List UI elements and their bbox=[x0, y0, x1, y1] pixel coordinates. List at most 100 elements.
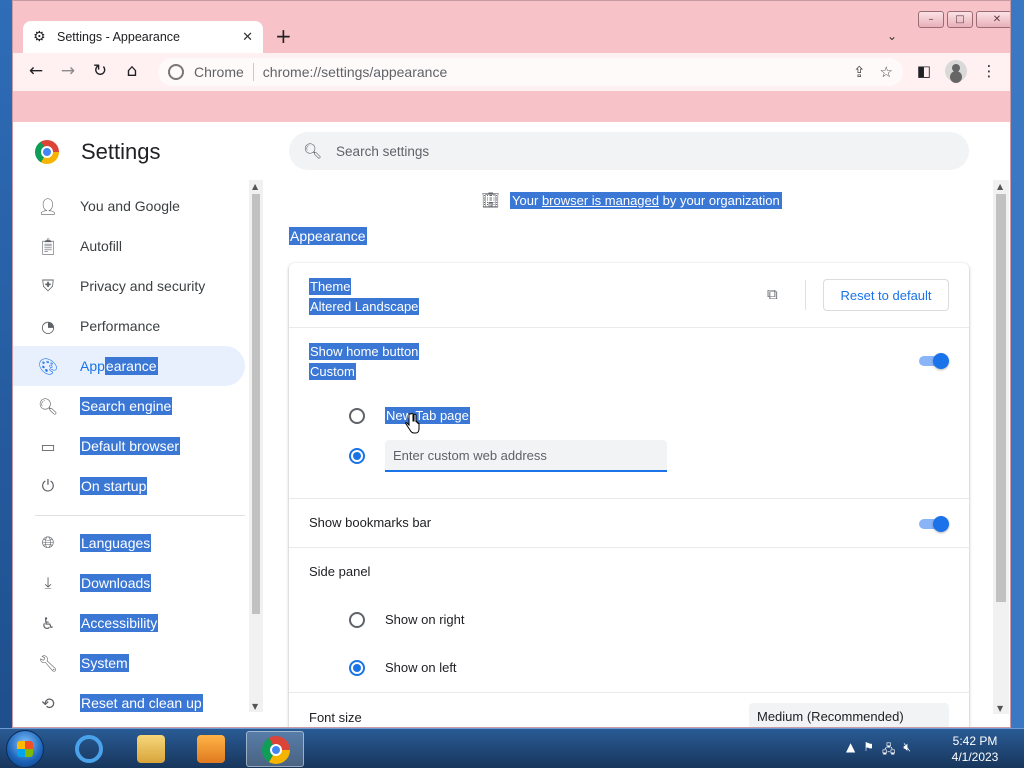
bookmarks-bar-toggle[interactable] bbox=[917, 516, 949, 532]
speedometer-icon: ◔ bbox=[41, 316, 55, 336]
close-tab-icon[interactable]: ✕ bbox=[242, 30, 253, 45]
sidebar-item-appearance[interactable]: 🎨︎ Appearance bbox=[13, 346, 245, 386]
accessibility-icon: ♿︎ bbox=[40, 613, 56, 633]
sidebar-item-privacy[interactable]: ⛨ Privacy and security bbox=[13, 266, 245, 306]
taskbar-clock[interactable]: 5:42 PM 4/1/2023 bbox=[942, 733, 1008, 765]
profile-avatar[interactable] bbox=[945, 60, 967, 82]
taskbar-file-explorer[interactable] bbox=[122, 731, 180, 767]
taskbar-internet-explorer[interactable] bbox=[60, 731, 118, 767]
forward-arrow-icon[interactable]: → bbox=[56, 59, 80, 83]
new-tab-page-label[interactable]: New Tab page bbox=[385, 407, 470, 424]
sidebar-item-autofill[interactable]: 📋︎ Autofill bbox=[13, 226, 245, 266]
sidebar-label-selected: earance bbox=[104, 357, 158, 375]
search-placeholder[interactable]: Search settings bbox=[336, 144, 429, 159]
bookmarks-bar-label: Show bookmarks bar bbox=[309, 515, 432, 530]
sidebar-item-languages[interactable]: 🌐︎ Languages bbox=[13, 523, 245, 563]
sidebar-item-downloads[interactable]: ⤓ Downloads bbox=[13, 563, 245, 603]
share-icon[interactable]: ⇪ bbox=[853, 63, 866, 81]
address-origin: Chrome bbox=[194, 64, 244, 80]
palette-icon: 🎨︎ bbox=[37, 356, 59, 376]
radio-custom-address[interactable] bbox=[349, 448, 365, 464]
scroll-up-arrow-icon[interactable]: ▲ bbox=[252, 182, 258, 191]
radio-show-on-left[interactable] bbox=[349, 660, 365, 676]
volume-muted-icon[interactable]: 🔇︎ bbox=[903, 740, 911, 761]
back-arrow-icon[interactable]: ← bbox=[24, 59, 48, 83]
tab-search-chevron-icon[interactable]: ⌄ bbox=[887, 29, 897, 43]
tab-settings-appearance[interactable]: ⚙ Settings - Appearance ✕ bbox=[23, 21, 263, 53]
address-separator bbox=[252, 63, 254, 81]
minimize-button[interactable]: – bbox=[918, 11, 944, 28]
radio-show-on-right[interactable] bbox=[349, 612, 365, 628]
settings-title: Settings bbox=[81, 139, 161, 164]
sidebar-item-performance[interactable]: ◔ Performance bbox=[13, 306, 245, 346]
home-button-sublabel: Custom bbox=[309, 363, 356, 380]
sidebar-scrollbar[interactable]: ▲ ▼ bbox=[249, 180, 263, 712]
building-icon: 🏢︎ bbox=[481, 191, 501, 209]
sidebar-item-search-engine[interactable]: 🔍︎ Search engine bbox=[13, 386, 245, 426]
managed-prefix: Your bbox=[512, 192, 542, 208]
theme-row[interactable]: Theme Altered Landscape bbox=[309, 277, 420, 317]
section-title-appearance: Appearance bbox=[289, 227, 367, 245]
scroll-down-arrow-icon[interactable]: ▼ bbox=[997, 704, 1003, 713]
taskbar-chrome[interactable] bbox=[246, 731, 304, 767]
tab-title: Settings - Appearance bbox=[57, 30, 180, 44]
reset-theme-button[interactable]: Reset to default bbox=[823, 279, 949, 311]
search-settings-bar[interactable]: 🔍︎ Search settings bbox=[289, 132, 969, 170]
custom-web-address-input[interactable] bbox=[385, 440, 667, 472]
taskbar-media-player[interactable] bbox=[182, 731, 240, 767]
show-on-right-label[interactable]: Show on right bbox=[385, 612, 465, 627]
new-tab-button[interactable]: + bbox=[275, 26, 292, 46]
open-external-icon[interactable]: ⧉ bbox=[767, 285, 778, 303]
sidebar-item-on-startup[interactable]: ⏻ On startup bbox=[13, 466, 245, 506]
font-size-label: Font size bbox=[309, 710, 362, 725]
home-icon[interactable]: ⌂ bbox=[120, 59, 144, 83]
system-tray: ▲ ⚑ 🖧︎ 🔇︎ bbox=[846, 740, 911, 761]
globe-icon: 🌐︎ bbox=[41, 533, 55, 552]
action-center-flag-icon[interactable]: ⚑ bbox=[863, 740, 874, 761]
home-button-row: Show home button Custom bbox=[309, 342, 420, 382]
scroll-down-arrow-icon[interactable]: ▼ bbox=[252, 702, 258, 711]
sidebar-item-default-browser[interactable]: ▭ Default browser bbox=[13, 426, 245, 466]
show-hidden-icons-icon[interactable]: ▲ bbox=[846, 740, 855, 761]
more-menu-icon[interactable]: ⋮ bbox=[978, 61, 1000, 81]
toggle-knob bbox=[933, 353, 949, 369]
sidebar-scroll-thumb[interactable] bbox=[252, 194, 260, 614]
desktop-background bbox=[0, 0, 12, 730]
sidebar-item-accessibility[interactable]: ♿︎ Accessibility bbox=[13, 603, 245, 643]
sidebar-item-system[interactable]: 🔧︎ System bbox=[13, 643, 245, 683]
scroll-up-arrow-icon[interactable]: ▲ bbox=[997, 182, 1003, 191]
row-separator bbox=[805, 280, 806, 310]
windows-taskbar: ▲ ⚑ 🖧︎ 🔇︎ 5:42 PM 4/1/2023 bbox=[0, 728, 1024, 768]
internet-explorer-icon bbox=[75, 735, 103, 763]
bookmark-star-icon[interactable]: ☆ bbox=[880, 63, 893, 81]
managed-link[interactable]: browser is managed bbox=[542, 193, 659, 208]
main-scrollbar[interactable]: ▲ ▼ bbox=[993, 180, 1009, 714]
maximize-button[interactable]: □ bbox=[947, 11, 973, 28]
settings-sidebar: 👤︎ You and Google 📋︎ Autofill ⛨ Privacy … bbox=[13, 178, 249, 718]
sidebar-item-you-and-google[interactable]: 👤︎ You and Google bbox=[13, 186, 245, 226]
show-on-left-label[interactable]: Show on left bbox=[385, 660, 457, 675]
managed-suffix: by your organization bbox=[659, 192, 780, 208]
font-size-select[interactable]: Medium (Recommended) bbox=[749, 703, 949, 727]
side-panel-icon[interactable]: ◧ bbox=[913, 61, 935, 81]
close-window-button[interactable]: ✕ bbox=[976, 11, 1010, 28]
home-button-toggle[interactable] bbox=[917, 353, 949, 369]
sidebar-divider bbox=[35, 515, 245, 516]
sidebar-item-reset[interactable]: ⟲ Reset and clean up bbox=[13, 683, 245, 723]
start-button[interactable] bbox=[6, 730, 44, 768]
theme-value: Altered Landscape bbox=[309, 298, 420, 315]
clock-time: 5:42 PM bbox=[952, 734, 998, 748]
chrome-icon bbox=[262, 736, 290, 764]
download-icon: ⤓ bbox=[44, 573, 52, 592]
radio-new-tab-page[interactable] bbox=[349, 408, 365, 424]
appearance-card: Theme Altered Landscape ⧉ Reset to defau… bbox=[289, 263, 969, 727]
main-scroll-thumb[interactable] bbox=[996, 194, 1006, 602]
reload-icon[interactable]: ↻ bbox=[88, 59, 112, 83]
address-url: chrome://settings/appearance bbox=[262, 64, 448, 80]
row-divider bbox=[289, 692, 969, 693]
wrench-icon: 🔧︎ bbox=[37, 653, 59, 673]
network-icon[interactable]: 🖧︎ bbox=[882, 740, 895, 761]
folder-icon bbox=[137, 735, 165, 763]
chrome-site-icon bbox=[168, 64, 184, 80]
address-bar[interactable]: Chrome chrome://settings/appearance ⇪ ☆ bbox=[158, 58, 903, 86]
